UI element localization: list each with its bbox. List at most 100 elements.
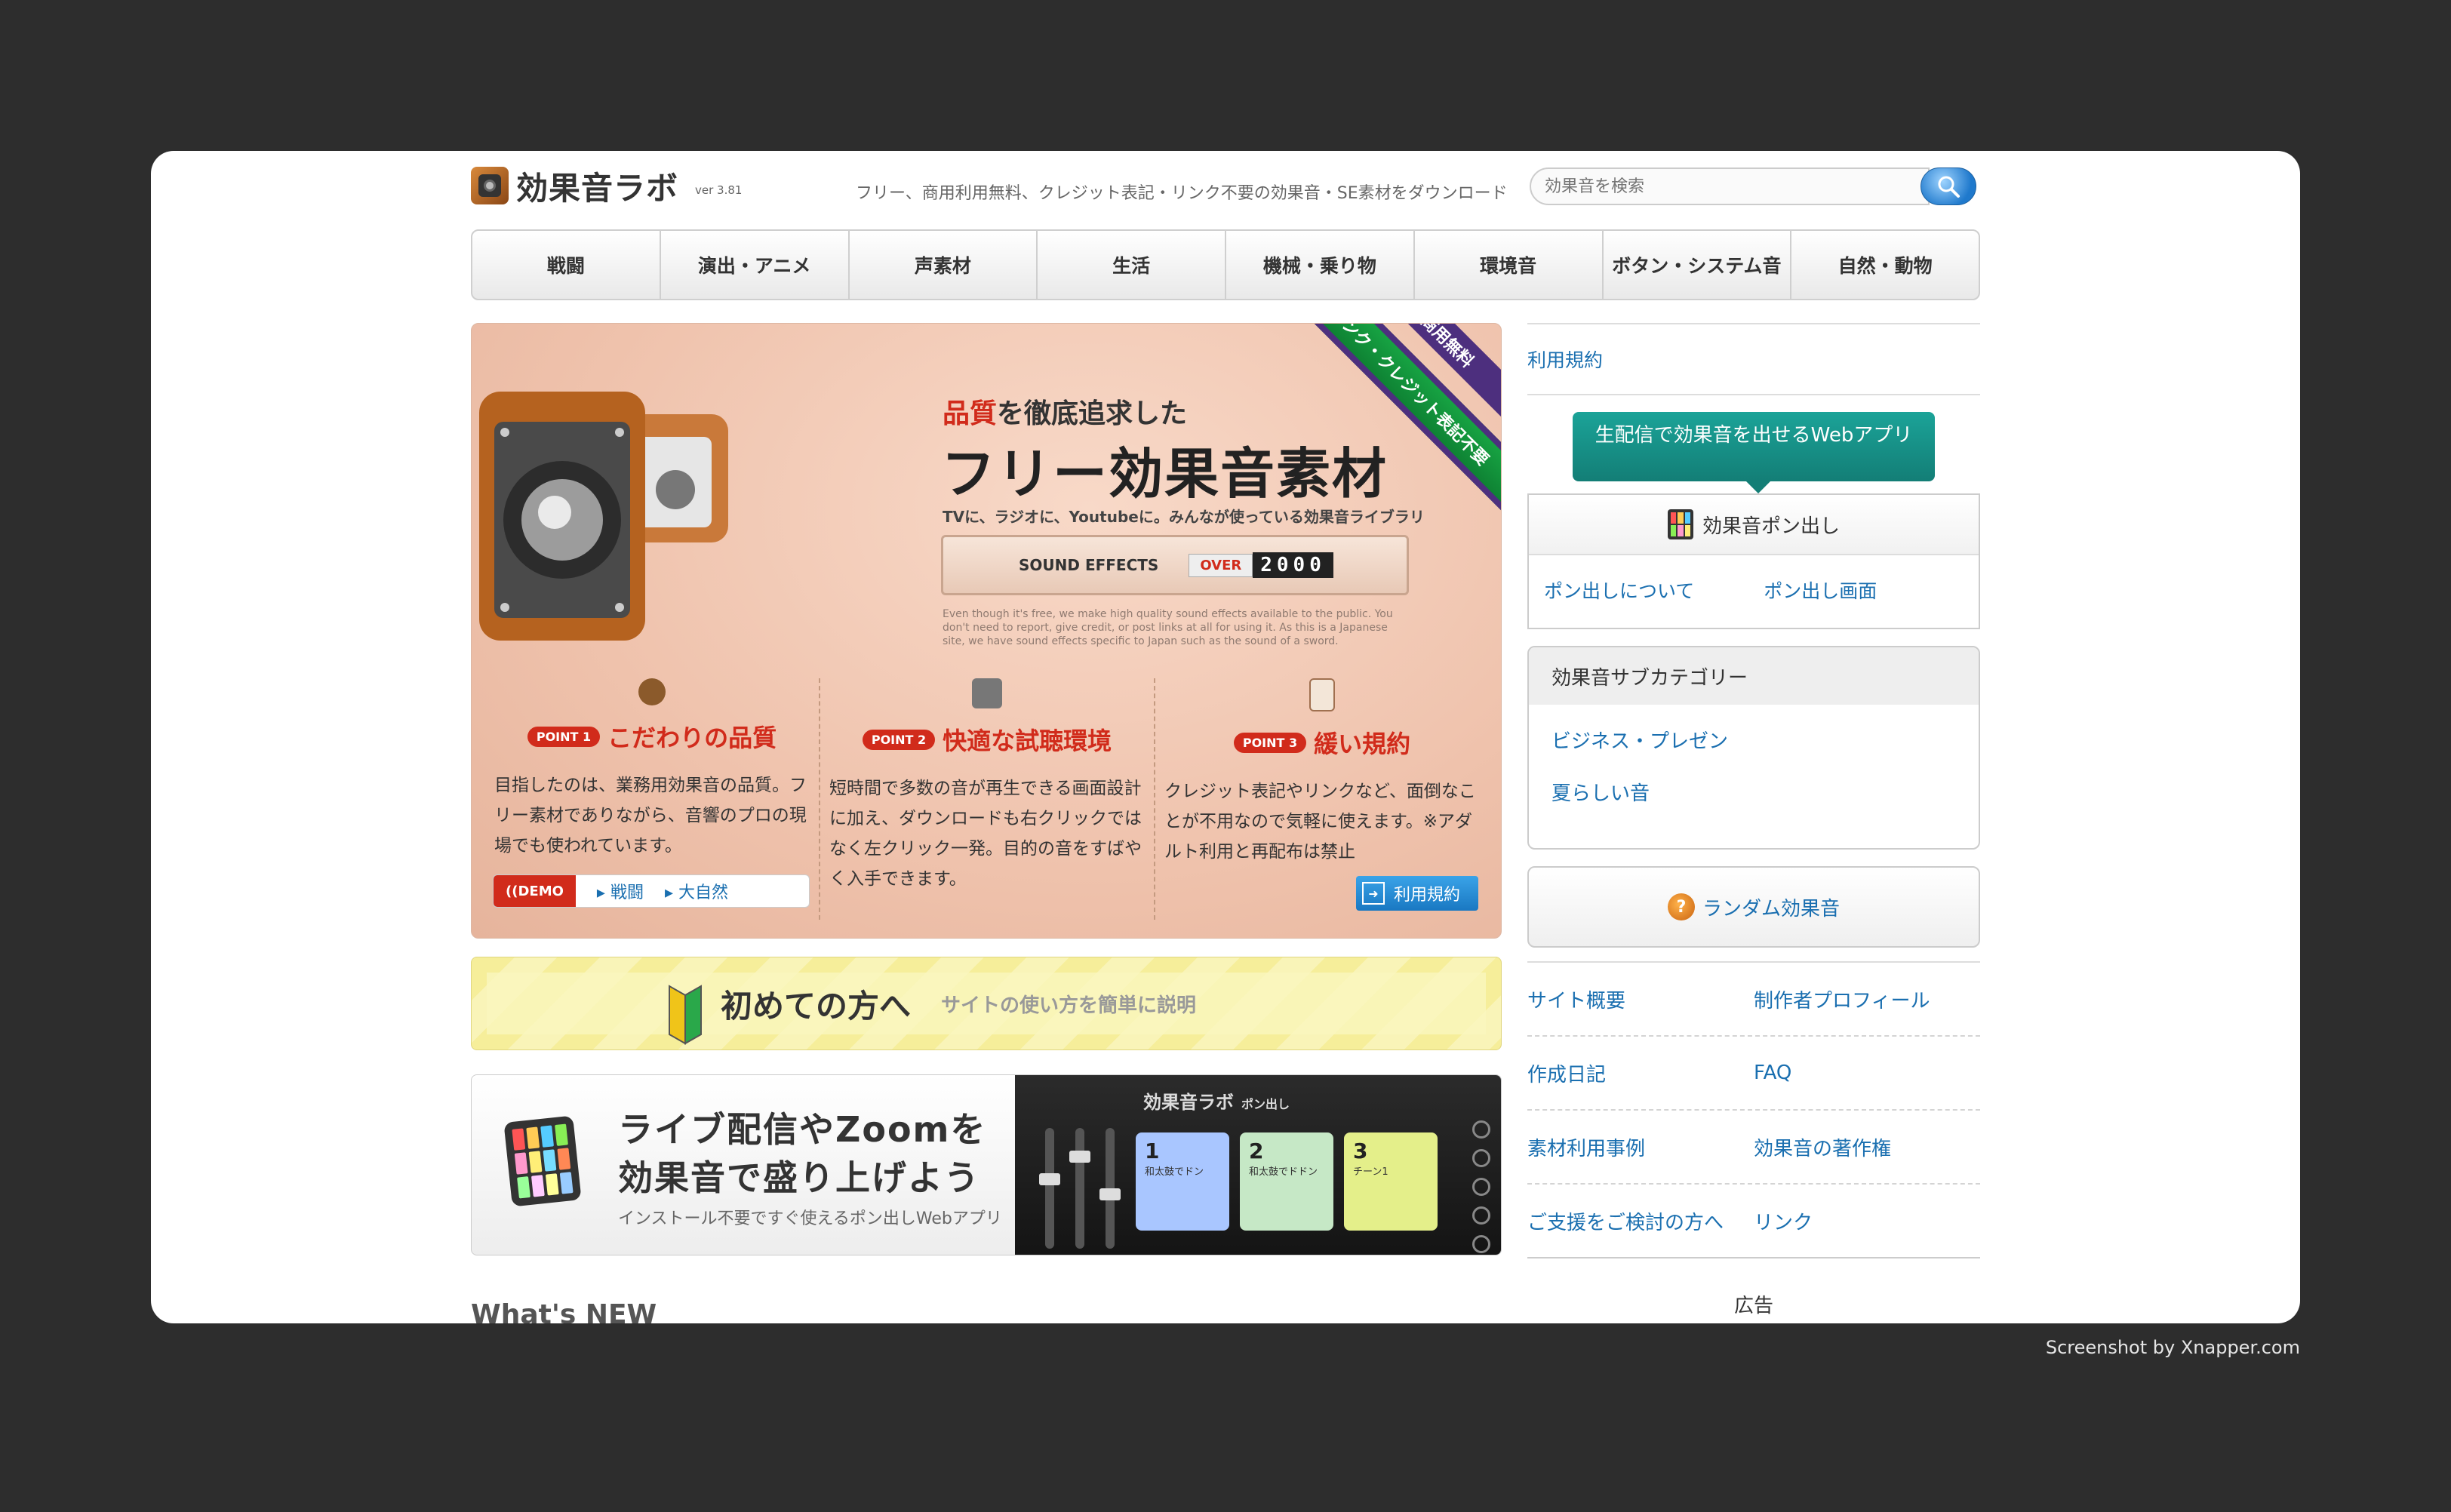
hero-banner: 商用無料 リンク・クレジット表記不要 品質を徹底追求した フリー効果音素材 TV… [471,323,1502,939]
point-badge: POINT 2 [862,729,936,750]
demo-link-nature[interactable]: ▸ 大自然 [665,879,728,903]
subcategory-link-summer[interactable]: 夏らしい音 [1529,764,1979,816]
browser-window: 効果音ラボ ver 3.81 フリー、商用利用無料、クレジット表記・リンク不要の… [151,151,2300,1323]
link-row: 素材利用事例 効果音の著作権 [1527,1111,1980,1185]
sound-pad: 2 和太鼓でドドン [1240,1132,1333,1231]
divider [1527,394,1980,395]
beginner-banner[interactable]: 初めての方へ サイトの使い方を簡単に説明 [471,957,1502,1050]
counter-over: OVER [1189,553,1253,577]
nav-item-ambient[interactable]: 環境音 [1415,231,1604,299]
pon-app-preview: 効果音ラボ ポン出し 1 和太鼓でドン 2 和太鼓でドドン 3 チーン1 [1015,1075,1501,1255]
point-title: 緩い規約 [1314,730,1411,758]
point-title: 快適な試聴環境 [943,727,1112,755]
search-button[interactable] [1921,167,1976,205]
fader [1069,1128,1090,1249]
link-use-cases[interactable]: 素材利用事例 [1527,1133,1754,1161]
nav-item-life[interactable]: 生活 [1038,231,1226,299]
sidebar-terms-link[interactable]: 利用規約 [1527,324,1980,394]
link-creator-profile[interactable]: 制作者プロフィール [1754,985,1980,1013]
point-text: 短時間で多数の音が再生できる画面設計に加え、ダウンロードも右クリックではなく左ク… [829,779,1142,889]
kicker-highlight: 品質 [943,398,998,429]
ad-label: 広告 [1733,1295,1773,1317]
nav-item-button-system[interactable]: ボタン・システム音 [1604,231,1792,299]
beginner-subtitle: サイトの使い方を簡単に説明 [941,994,1197,1017]
nav-item-nature[interactable]: 自然・動物 [1791,231,1979,299]
subcategory-box: 効果音サブカテゴリー ビジネス・プレゼン 夏らしい音 [1527,646,1980,850]
knob-column [1472,1120,1490,1253]
link-diary[interactable]: 作成日記 [1527,1059,1754,1087]
site-logo[interactable]: 効果音ラボ ver 3.81 [471,163,742,208]
hero-english-text: Even though it's free, we make high qual… [943,608,1393,647]
pon-header: 効果音ポン出し [1529,495,1979,555]
nav-item-anime[interactable]: 演出・アニメ [661,231,850,299]
hero-title: フリー効果音素材 [941,442,1388,506]
link-faq[interactable]: FAQ [1754,1062,1980,1084]
speaker-logo-icon [471,167,509,204]
pon-title: 効果音ポン出し [1702,515,1840,538]
logo-text: 効果音ラボ [516,169,679,207]
web-app-pill[interactable]: 生配信で効果音を出せるWebアプリ [1573,412,1935,493]
sound-pads: 1 和太鼓でドン 2 和太鼓でドドン 3 チーン1 [1136,1132,1438,1231]
hero-kicker: 品質を徹底追求した [943,392,1187,431]
live-headline-1: ライブ配信やZoomを [618,1109,987,1150]
point-badge: POINT 1 [527,726,601,747]
demo-bar: ((DEMO ▸ 戦闘 ▸ 大自然 [493,874,810,908]
random-sound-button[interactable]: ? ランダム効果音 [1527,866,1980,948]
horn-icon [638,678,666,705]
search-icon [1938,176,1960,198]
link-site-overview[interactable]: サイト概要 [1527,985,1754,1013]
speaker-illustration [479,392,728,641]
point-title: こだわりの品質 [607,724,777,752]
point-text: クレジット表記やリンクなど、面倒なことが不用なので気軽に使えます。※アダルト利用… [1164,782,1476,862]
pon-screen-link[interactable]: ポン出し画面 [1764,576,1877,604]
live-subtext: インストール不要ですぐ使えるポン出しWebアプリ [618,1209,1002,1228]
sound-counter: SOUND EFFECTS OVER 2000 [941,535,1409,595]
beginner-mark-icon [669,985,702,1045]
terms-button[interactable]: ➜ 利用規約 [1356,876,1478,911]
counter-label: SOUND EFFECTS [1019,556,1159,574]
hero-description: TVに、ラジオに、Youtubeに。みんなが使っている効果音ライブラリ [943,508,1425,526]
site-tagline: フリー、商用利用無料、クレジット表記・リンク不要の効果音・SE素材をダウンロード [856,184,1508,203]
link-row: 作成日記 FAQ [1527,1037,1980,1111]
question-icon: ? [1667,893,1695,920]
link-support[interactable]: ご支援をご検討の方へ [1527,1207,1754,1235]
link-links[interactable]: リンク [1754,1207,1980,1235]
nav-item-battle[interactable]: 戦闘 [472,231,661,299]
fader [1039,1128,1060,1249]
terms-button-label: 利用規約 [1394,886,1461,905]
pon-box: 効果音ポン出し ポン出しについて ポン出し画面 [1527,493,1980,629]
point-badge: POINT 3 [1233,732,1307,753]
search-bar [1530,167,1976,207]
counter-value: 2000 [1253,552,1333,578]
link-row: サイト概要 制作者プロフィール [1527,963,1980,1037]
sidebar-link-grid: サイト概要 制作者プロフィール 作成日記 FAQ 素材利用事例 効果音の著作権 … [1527,961,1980,1258]
sound-pad: 3 チーン1 [1344,1132,1438,1231]
app-preview-sub: ポン出し [1241,1097,1290,1111]
page: 効果音ラボ ver 3.81 フリー、商用利用無料、クレジット表記・リンク不要の… [471,151,1980,1323]
sidebar: 利用規約 生配信で効果音を出せるWebアプリ 効果音ポン出し ポン出しについて … [1527,323,1980,1317]
pon-app-icon [1667,509,1693,539]
pon-app-icon [503,1115,582,1207]
live-streaming-banner[interactable]: ライブ配信やZoomを 効果音で盛り上げよう インストール不要ですぐ使えるポン出… [471,1074,1502,1255]
whats-new-heading: What's NEW [471,1299,657,1323]
live-headline-2: 効果音で盛り上げよう [618,1157,980,1198]
pon-links: ポン出しについて ポン出し画面 [1529,555,1979,625]
search-input[interactable] [1530,167,1930,205]
link-row: ご支援をご検討の方へ リンク [1527,1185,1980,1258]
nav-item-voice[interactable]: 声素材 [850,231,1038,299]
sound-pad: 1 和太鼓でドン [1136,1132,1229,1231]
version-label: ver 3.81 [695,183,743,197]
pon-about-link[interactable]: ポン出しについて [1544,576,1694,604]
beginner-title: 初めての方へ [721,987,912,1025]
demo-link-battle[interactable]: ▸ 戦闘 [597,879,644,903]
kicker-text: を徹底追求した [997,398,1188,429]
app-preview-name: 効果音ラボ [1143,1092,1234,1113]
subcategory-link-business[interactable]: ビジネス・プレゼン [1529,712,1979,764]
demo-link-label: 大自然 [678,884,729,902]
nav-item-machine[interactable]: 機械・乗り物 [1226,231,1415,299]
category-nav: 戦闘 演出・アニメ 声素材 生活 機械・乗り物 環境音 ボタン・システム音 自然… [471,229,1980,300]
random-sound-label: ランダム効果音 [1702,897,1840,920]
link-copyright[interactable]: 効果音の著作権 [1754,1133,1980,1161]
screenshot-credit: Screenshot by Xnapper.com [2045,1337,2300,1358]
point-text: 目指したのは、業務用効果音の品質。フリー素材でありながら、音響のプロの現場でも使… [494,776,807,856]
